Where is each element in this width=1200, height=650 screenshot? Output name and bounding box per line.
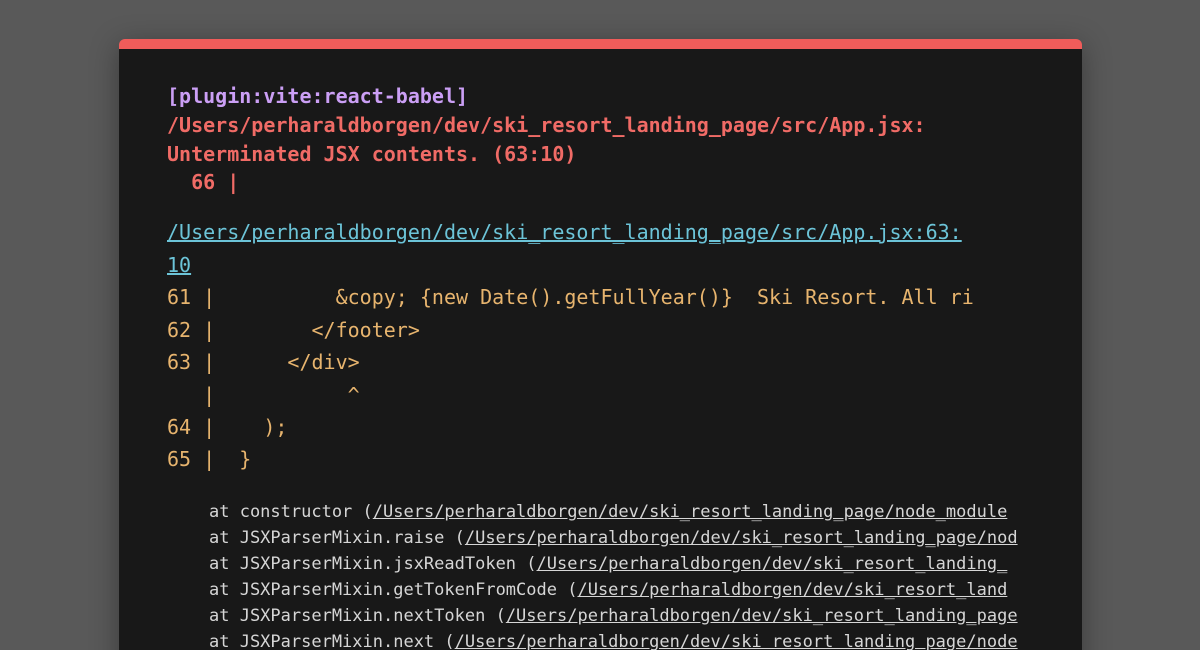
stack-frame: at JSXParserMixin.raise (/Users/perharal… bbox=[209, 525, 1034, 551]
stack-frame: at JSXParserMixin.getTokenFromCode (/Use… bbox=[209, 577, 1034, 603]
stack-trace: at constructor (/Users/perharaldborgen/d… bbox=[209, 499, 1034, 650]
stack-frame-link[interactable]: /Users/perharaldborgen/dev/ski_resort_la… bbox=[577, 580, 1007, 600]
stack-frame-label: at JSXParserMixin.getTokenFromCode ( bbox=[209, 580, 578, 600]
code-frame-line: 65 | } bbox=[167, 447, 252, 471]
code-frame-line: 61 | &copy; {new Date().getFullYear()} S… bbox=[167, 285, 974, 309]
stack-frame: at constructor (/Users/perharaldborgen/d… bbox=[209, 499, 1034, 525]
stack-frame-label: at JSXParserMixin.nextToken ( bbox=[209, 606, 506, 626]
error-message: Unterminated JSX contents. (63:10) bbox=[167, 142, 577, 166]
plugin-label: [plugin:vite:react-babel] bbox=[167, 84, 469, 108]
stack-frame: at JSXParserMixin.nextToken (/Users/perh… bbox=[209, 603, 1034, 629]
error-overlay: [plugin:vite:react-babel] /Users/perhara… bbox=[119, 39, 1082, 650]
stack-frame-link[interactable]: /Users/perharaldborgen/dev/ski_resort_la… bbox=[537, 554, 1008, 574]
stack-frame-link[interactable]: /Users/perharaldborgen/dev/ski_resort_la… bbox=[373, 502, 1008, 522]
stack-frame-label: at constructor ( bbox=[209, 502, 373, 522]
stack-frame-link[interactable]: /Users/perharaldborgen/dev/ski_resort_la… bbox=[506, 606, 1018, 626]
file-link-continued[interactable]: 10 bbox=[167, 252, 191, 278]
stack-frame: at JSXParserMixin.jsxReadToken (/Users/p… bbox=[209, 551, 1034, 577]
stack-frame-label: at JSXParserMixin.raise ( bbox=[209, 528, 465, 548]
code-frame-line: 63 | </div> bbox=[167, 350, 360, 374]
stack-frame-link[interactable]: /Users/perharaldborgen/dev/ski_resort_la… bbox=[455, 632, 1018, 650]
file-link[interactable]: /Users/perharaldborgen/dev/ski_resort_la… bbox=[167, 219, 962, 245]
stack-frame-label: at JSXParserMixin.next ( bbox=[209, 632, 455, 650]
error-line-marker: 66 | bbox=[167, 170, 240, 194]
stack-frame: at JSXParserMixin.next (/Users/perharald… bbox=[209, 629, 1034, 650]
stack-frame-link[interactable]: /Users/perharaldborgen/dev/ski_resort_la… bbox=[465, 528, 1018, 548]
code-frame-caret-line: | ^ bbox=[167, 383, 360, 407]
error-file-path: /Users/perharaldborgen/dev/ski_resort_la… bbox=[167, 113, 926, 137]
code-frame-line: 62 | </footer> bbox=[167, 318, 420, 342]
stack-frame-label: at JSXParserMixin.jsxReadToken ( bbox=[209, 554, 537, 574]
code-frame-line: 64 | ); bbox=[167, 415, 288, 439]
